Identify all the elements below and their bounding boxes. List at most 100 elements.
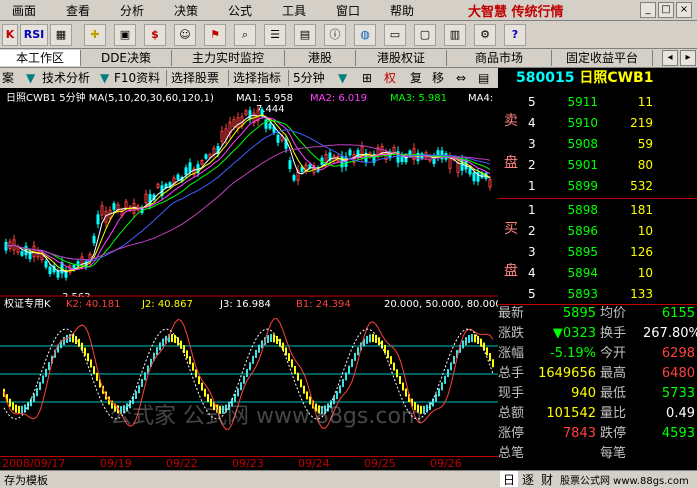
menu-item-screen[interactable]: 画面 xyxy=(12,2,36,19)
save-template-button[interactable]: 存为模板 xyxy=(4,472,48,488)
candle-body xyxy=(220,130,224,142)
tab-scroll-left-icon[interactable]: ◂ xyxy=(662,50,678,66)
tab-tick[interactable]: 逐 xyxy=(519,471,537,487)
quote-label: 总额 xyxy=(498,406,525,421)
sell-row[interactable]: 2 5901 80 xyxy=(498,155,697,175)
dropdown-icon[interactable]: ▼ xyxy=(100,70,109,86)
f10-button[interactable]: F10资料 xyxy=(114,70,160,86)
tab-scroll-right-icon[interactable]: ▸ xyxy=(680,50,696,66)
restore-icon[interactable]: □ xyxy=(658,2,674,18)
candle-body xyxy=(124,201,128,209)
tab-fixed-income[interactable]: 固定收益平台 xyxy=(552,50,653,66)
quote-row: 涨跌 ▼0323 换手 267.80% xyxy=(498,324,697,344)
user-icon[interactable]: ☺ xyxy=(174,24,196,46)
site-credit: 股票公式网 www.88gs.com xyxy=(560,476,689,487)
minimize-icon[interactable]: _ xyxy=(640,2,656,18)
tab-hk-stocks[interactable]: 港股 xyxy=(285,50,356,66)
dollar-button[interactable]: $ xyxy=(144,24,166,46)
candle-body xyxy=(240,116,244,126)
tool-icon[interactable]: ⚙ xyxy=(474,24,496,46)
tab-workspace[interactable]: 本工作区 xyxy=(0,50,81,66)
info-icon[interactable]: ⓘ xyxy=(324,24,346,46)
ma-line xyxy=(5,129,491,262)
candle-body xyxy=(44,261,48,268)
window-icon[interactable]: ▢ xyxy=(414,24,436,46)
buy-row[interactable]: 5 5893 133 xyxy=(498,284,697,304)
candle-body xyxy=(248,110,252,120)
tab-day[interactable]: 日 xyxy=(500,471,518,487)
table-icon[interactable]: ▤ xyxy=(294,24,316,46)
quote-label: 涨跌 xyxy=(498,326,525,341)
select-stock-button[interactable]: 选择股票 xyxy=(171,70,219,86)
buy-row[interactable]: 3 5895 126 xyxy=(498,242,697,262)
candle-body xyxy=(16,246,20,253)
tab-finance[interactable]: 财 xyxy=(538,471,556,487)
quote-label: 换手 xyxy=(600,326,627,341)
candle-body xyxy=(456,162,460,173)
sell-row[interactable]: 1 5899 532 xyxy=(498,176,697,196)
doc-icon[interactable]: ▭ xyxy=(384,24,406,46)
candle-body xyxy=(112,203,116,210)
candle-body xyxy=(268,123,272,129)
level: 5 xyxy=(528,95,536,109)
select-indicator-button[interactable]: 选择指标 xyxy=(233,70,281,86)
menu-item-decision[interactable]: 决策 xyxy=(174,2,198,19)
tab-main-monitor[interactable]: 主力实时监控 xyxy=(172,50,285,66)
search-icon[interactable]: ⌕ xyxy=(234,24,256,46)
menu-item-formula[interactable]: 公式 xyxy=(228,2,252,19)
close-icon[interactable]: × xyxy=(676,2,692,18)
calc-icon[interactable]: ▥ xyxy=(444,24,466,46)
tab-dde[interactable]: DDE决策 xyxy=(81,50,172,66)
quote-row: 现手 940 最低 5733 xyxy=(498,384,697,404)
quote-value: 5733 xyxy=(661,386,695,401)
candle-body xyxy=(348,149,352,156)
dropdown-icon[interactable]: ▼ xyxy=(26,70,35,86)
quote-label: 总手 xyxy=(498,366,525,381)
grid-icon[interactable]: ▦ xyxy=(50,24,72,46)
buy-row[interactable]: 2 5896 10 xyxy=(498,221,697,241)
restore-rights-button[interactable]: 复 xyxy=(410,70,422,86)
ma4-label: MA4: xyxy=(468,93,493,104)
buy-row[interactable]: 1 5898 181 xyxy=(498,200,697,220)
candle-body xyxy=(292,175,296,181)
date-label: 09/19 xyxy=(100,457,132,470)
menu-item-help[interactable]: 帮助 xyxy=(390,2,414,19)
kline-button[interactable]: K xyxy=(2,24,18,46)
globe-icon[interactable]: ◍ xyxy=(354,24,376,46)
help-button[interactable]: ? xyxy=(504,24,526,46)
crosshair-toggle-icon[interactable]: ⊞ xyxy=(362,70,372,86)
chart-icon[interactable]: ▣ xyxy=(114,24,136,46)
quote-label: 今开 xyxy=(600,346,627,361)
tab-hk-warrants[interactable]: 港股权证 xyxy=(356,50,447,66)
rights-button[interactable]: 权 xyxy=(384,70,396,86)
list-icon[interactable]: ☰ xyxy=(264,24,286,46)
crosshair-icon[interactable]: ✚ xyxy=(84,24,106,46)
quote-value: 6298 xyxy=(661,346,695,361)
menu-icon[interactable]: ▤ xyxy=(478,70,489,86)
case-button[interactable]: 案 xyxy=(2,70,14,86)
sell-row[interactable]: 4 5910 219 xyxy=(498,113,697,133)
chart-area[interactable]: 日照CWB1 5分钟 MA(5,10,20,30,60,120,1) MA1: … xyxy=(0,88,502,456)
period-select[interactable]: 5分钟 xyxy=(293,70,325,86)
b1-label: B1: 24.394 xyxy=(296,299,351,310)
menu-item-analysis[interactable]: 分析 xyxy=(120,2,144,19)
price: 5896 xyxy=(567,224,598,238)
rsi-button[interactable]: RSI xyxy=(20,24,48,46)
sell-row[interactable]: 3 5908 59 xyxy=(498,134,697,154)
tech-analysis-button[interactable]: 技术分析 xyxy=(42,70,90,86)
tab-commodity[interactable]: 商品市场 xyxy=(447,50,552,66)
dropdown-icon[interactable]: ▼ xyxy=(338,70,347,86)
menu-item-tools[interactable]: 工具 xyxy=(282,2,306,19)
date-label: 09/26 xyxy=(430,457,462,470)
flag-icon[interactable]: ⚑ xyxy=(204,24,226,46)
expand-icon[interactable]: ⇔ xyxy=(456,70,466,86)
buy-row[interactable]: 4 5894 10 xyxy=(498,263,697,283)
sell-row[interactable]: 5 5911 11 xyxy=(498,92,697,112)
quote-value: 1649656 xyxy=(538,366,596,381)
menu-item-view[interactable]: 查看 xyxy=(66,2,90,19)
menu-item-window[interactable]: 窗口 xyxy=(336,2,360,19)
ma-line xyxy=(5,114,491,273)
move-button[interactable]: 移 xyxy=(432,70,444,86)
watermark: 公式家 公式网 www.88gs.com xyxy=(110,404,423,429)
price: 5895 xyxy=(567,245,598,259)
